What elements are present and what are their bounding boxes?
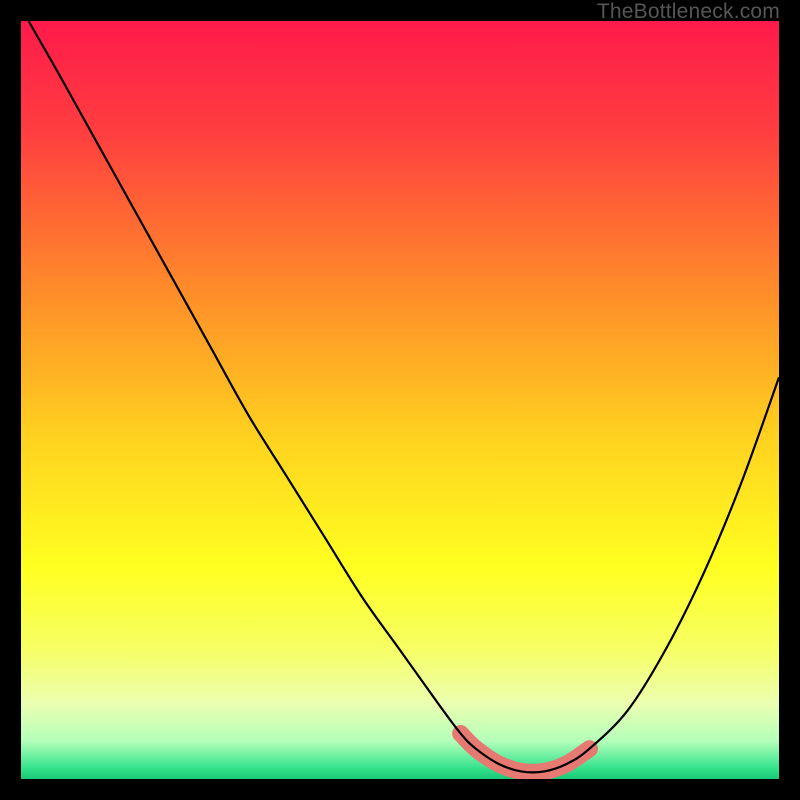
watermark-text: TheBottleneck.com [597,0,780,24]
bottleneck-curve [29,21,779,772]
curve-layer [21,21,779,779]
chart-frame: TheBottleneck.com [0,0,800,800]
plot-area [21,21,779,779]
